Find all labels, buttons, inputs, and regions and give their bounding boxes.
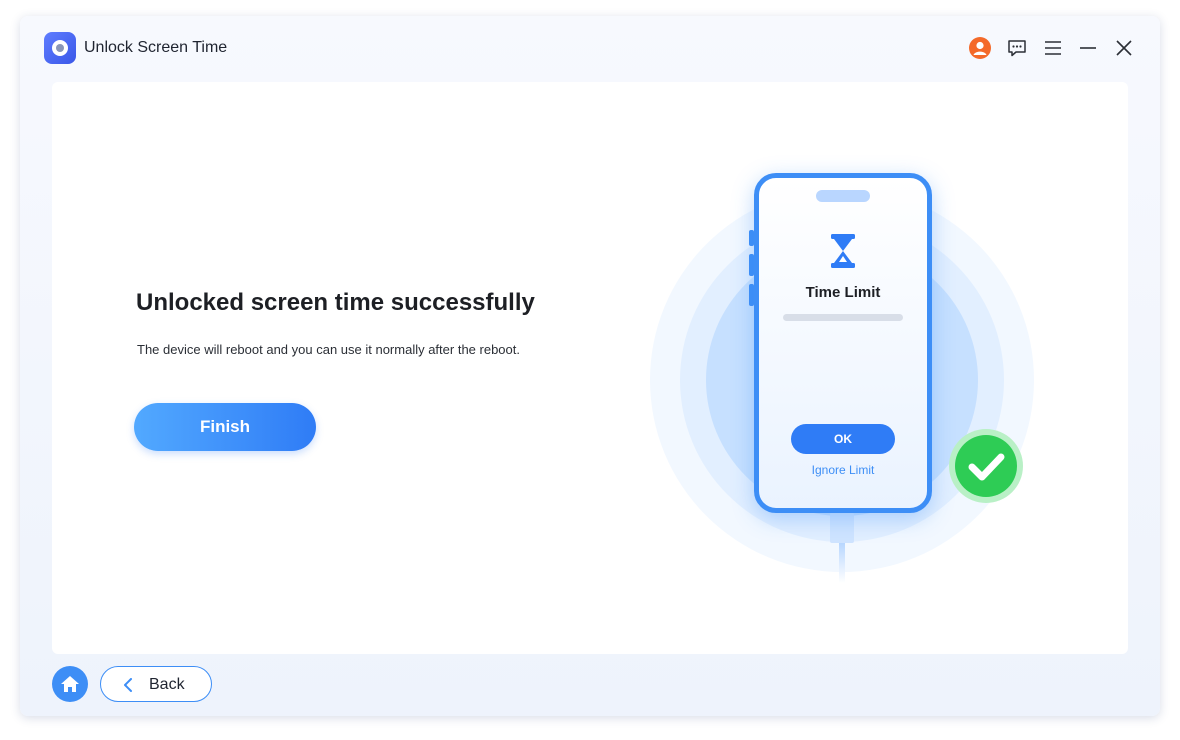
finish-button[interactable]: Finish — [134, 403, 316, 451]
home-icon — [61, 676, 79, 692]
page-title: Unlocked screen time successfully — [136, 289, 535, 316]
ignore-limit-link: Ignore Limit — [811, 463, 875, 477]
hourglass-icon — [831, 234, 855, 268]
phone-notch — [816, 190, 870, 202]
chat-icon[interactable] — [1006, 37, 1028, 59]
back-label: Back — [149, 676, 185, 693]
app-window: Unlock Screen Time Unlocked screen time … — [20, 16, 1160, 716]
user-icon[interactable] — [969, 37, 991, 59]
app-logo-icon — [44, 32, 76, 64]
minimize-icon[interactable] — [1077, 37, 1099, 59]
close-icon[interactable] — [1113, 37, 1135, 59]
success-check-icon — [949, 429, 1023, 503]
ok-button-illustration: OK — [791, 424, 895, 454]
chevron-left-icon — [124, 678, 132, 692]
phone-mockup: Time Limit OK Ignore Limit — [754, 173, 932, 513]
dialog-title: Time Limit — [805, 284, 881, 301]
back-button[interactable]: Back — [100, 666, 212, 702]
main-panel: Unlocked screen time successfully The de… — [52, 82, 1128, 654]
app-title: Unlock Screen Time — [84, 39, 228, 56]
title-bar: Unlock Screen Time — [20, 16, 1160, 80]
menu-icon[interactable] — [1042, 37, 1064, 59]
status-message: The device will reboot and you can use i… — [137, 342, 520, 357]
home-button[interactable] — [52, 666, 88, 702]
placeholder-bar — [783, 314, 903, 321]
success-illustration: Time Limit OK Ignore Limit — [648, 168, 1048, 588]
charging-cable — [830, 513, 854, 583]
